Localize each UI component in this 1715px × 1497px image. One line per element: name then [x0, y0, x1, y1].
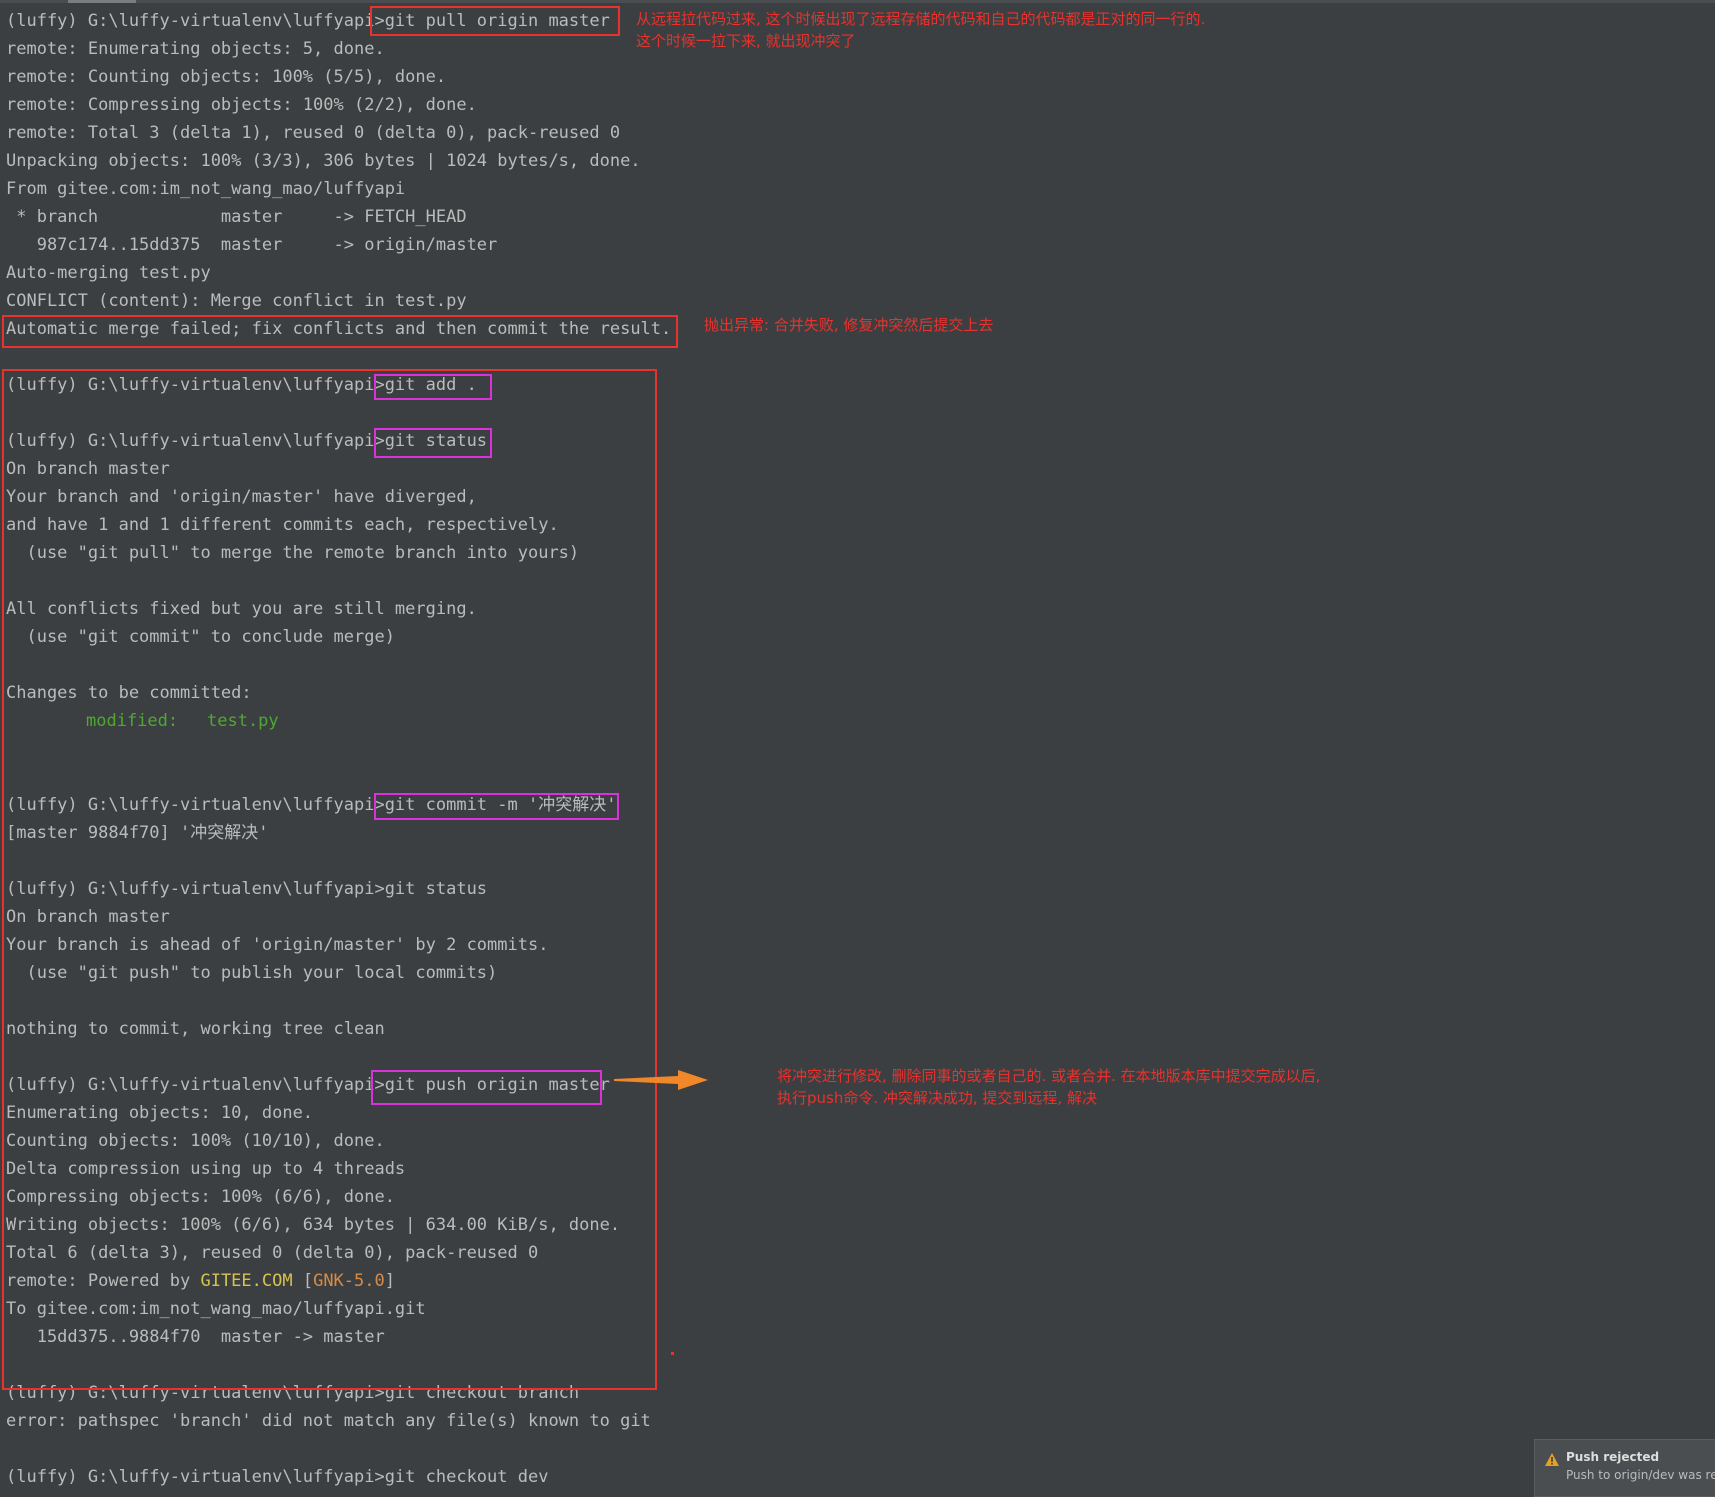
pull-command-highlight — [370, 6, 620, 36]
git-add-highlight — [374, 374, 492, 400]
terminal-line: remote: Enumerating objects: 5, done. — [6, 39, 385, 59]
terminal-tab-indicator[interactable] — [68, 0, 136, 3]
terminal-line: error: pathspec 'branch' did not match a… — [6, 1411, 651, 1431]
terminal-line: From gitee.com:im_not_wang_mao/luffyapi — [6, 179, 406, 199]
resolution-steps-highlight — [2, 369, 657, 1390]
annotation-dot — [671, 1352, 674, 1355]
push-note-line-1: 将冲突进行修改, 删除同事的或者自己的. 或者合并. 在本地版本库中提交完成以后… — [777, 1067, 1321, 1085]
git-push-highlight — [371, 1070, 602, 1105]
terminal-window[interactable]: (luffy) G:\luffy-virtualenv\luffyapi>git… — [0, 0, 1715, 1497]
terminal-line[interactable]: (luffy) G:\luffy-virtualenv\luffyapi>git… — [6, 1463, 548, 1491]
push-note-line-2: 执行push命令. 冲突解决成功, 提交到远程, 解决 — [777, 1089, 1097, 1107]
terminal-line: 987c174..15dd375 master -> origin/master — [6, 235, 498, 255]
notification-title: Push rejected — [1566, 1450, 1660, 1464]
notification-body: Push to origin/dev was rejected — [1566, 1468, 1715, 1482]
terminal-top-bar — [0, 0, 1715, 3]
terminal-line: remote: Compressing objects: 100% (2/2),… — [6, 95, 477, 115]
terminal-line: Auto-merging test.py — [6, 263, 211, 283]
pull-note-line-2: 这个时候一拉下来, 就出现冲突了 — [636, 32, 856, 50]
git-commit-highlight — [374, 793, 619, 820]
git-status-highlight — [374, 428, 492, 458]
terminal-line: Unpacking objects: 100% (3/3), 306 bytes… — [6, 151, 641, 171]
push-rejected-notification[interactable]: Push rejected Push to origin/dev was rej… — [1534, 1439, 1715, 1497]
arrow-right-icon — [614, 1070, 708, 1090]
pull-note-line-1: 从远程拉代码过来, 这个时候出现了远程存储的代码和自己的代码都是正对的同一行的. — [636, 10, 1206, 28]
error-note: 抛出异常: 合并失败, 修复冲突然后提交上去 — [704, 316, 994, 334]
terminal-line: * branch master -> FETCH_HEAD — [6, 207, 467, 227]
warning-icon — [1545, 1453, 1559, 1466]
terminal-line: CONFLICT (content): Merge conflict in te… — [6, 291, 467, 311]
terminal-line: remote: Total 3 (delta 1), reused 0 (del… — [6, 123, 621, 143]
merge-failed-highlight — [2, 315, 678, 348]
terminal-line: remote: Counting objects: 100% (5/5), do… — [6, 67, 447, 87]
